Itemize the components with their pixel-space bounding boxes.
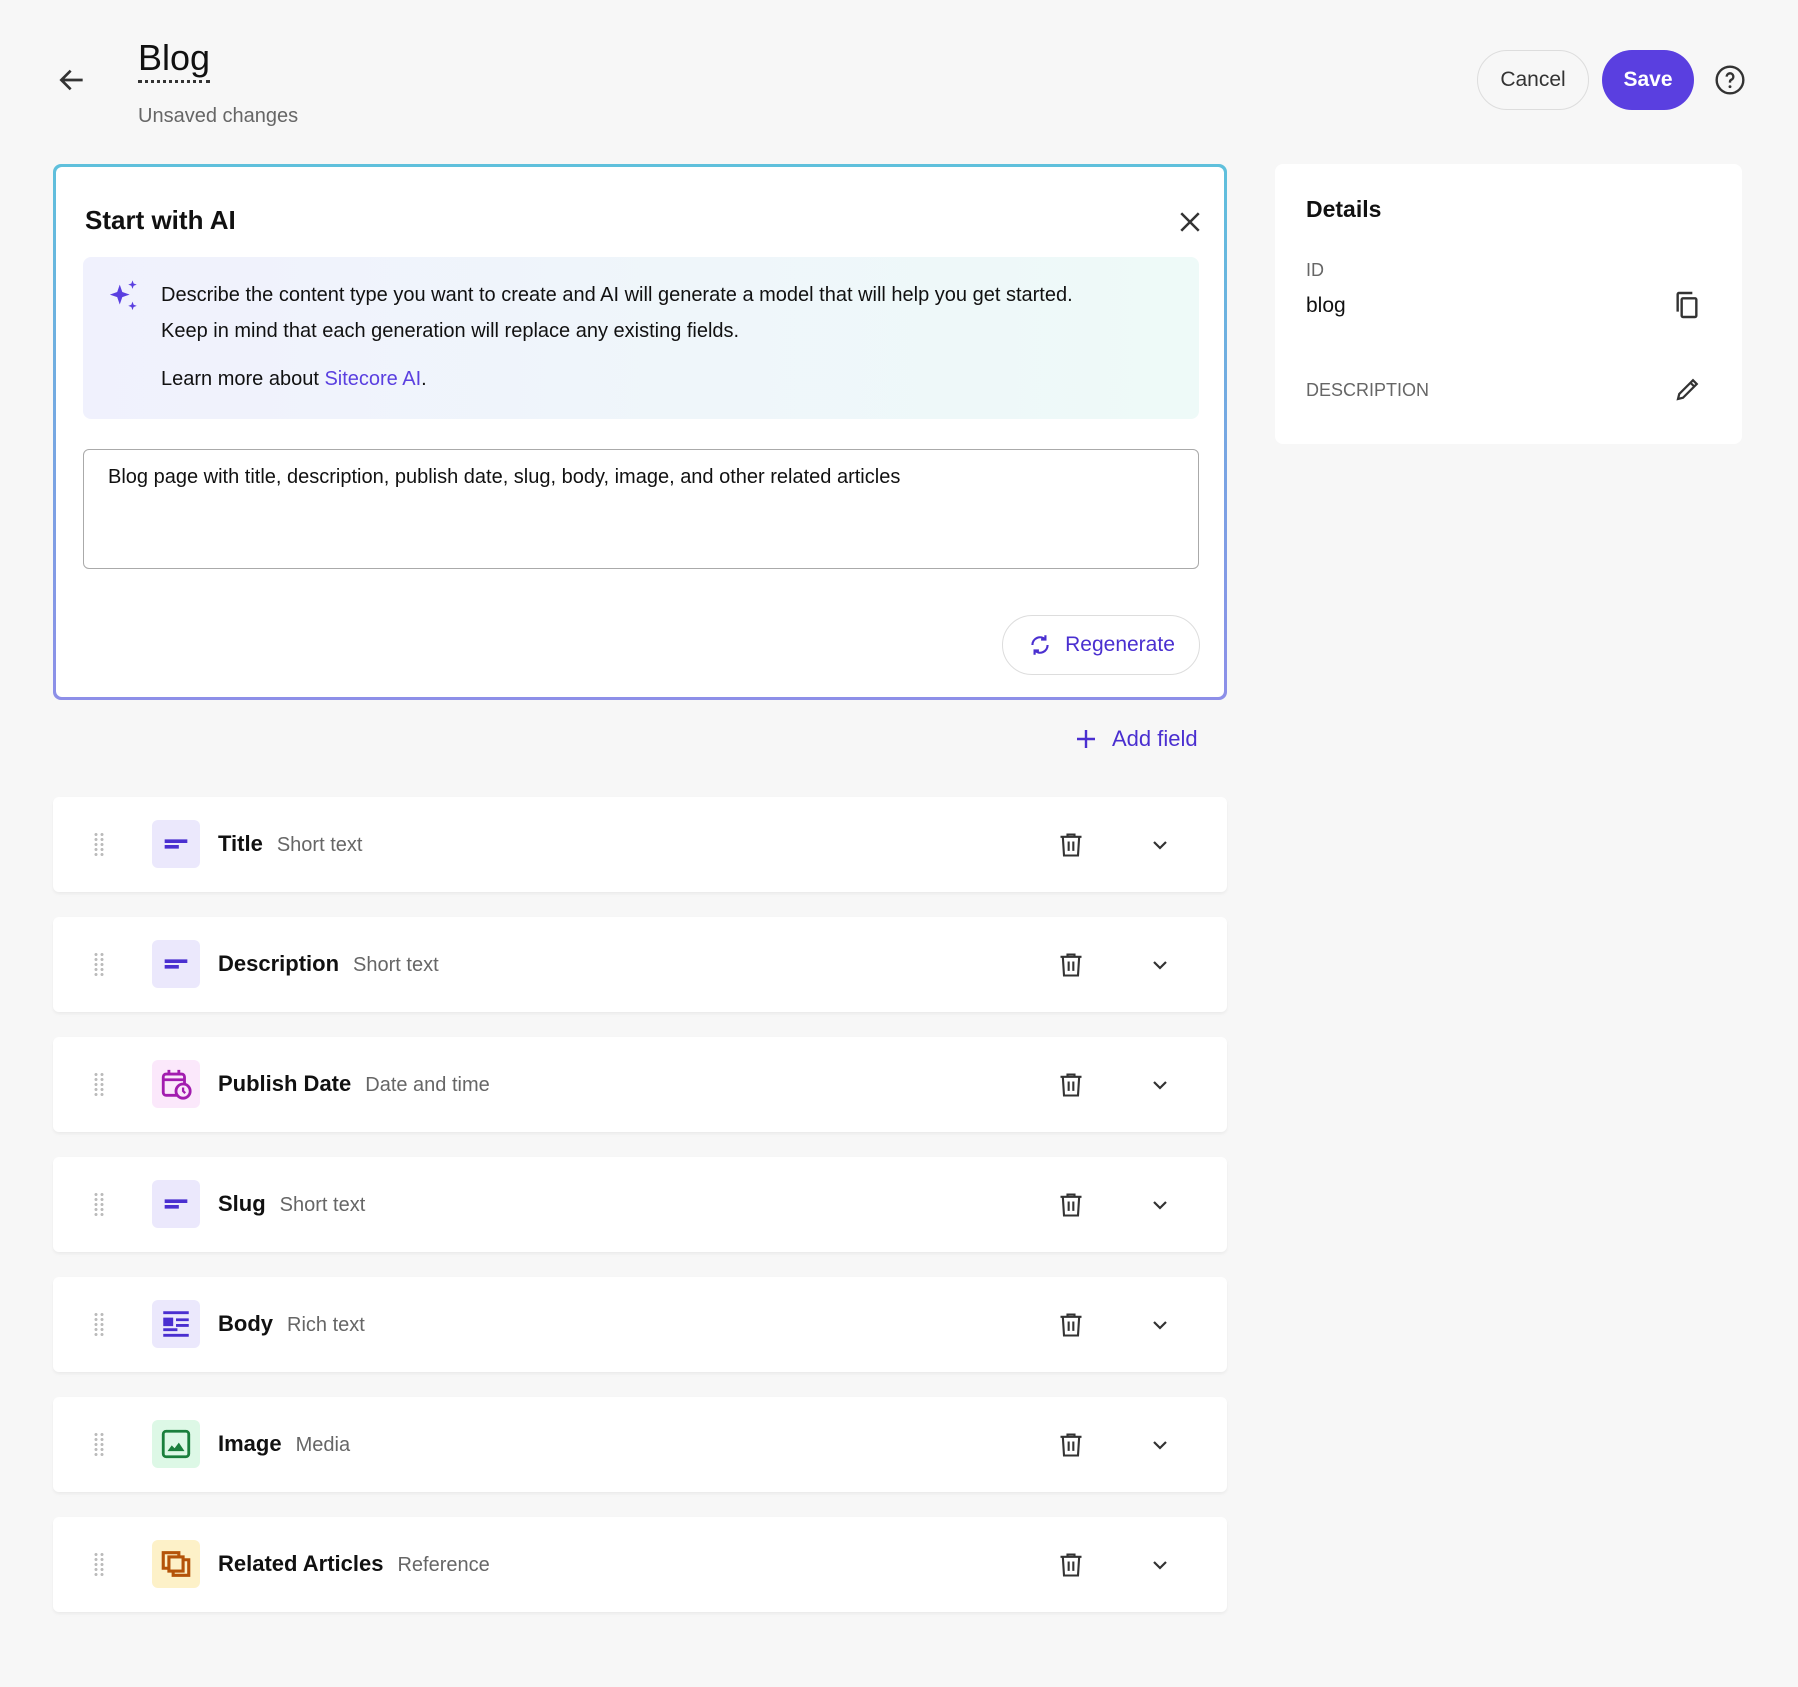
start-with-ai-panel: Start with AI Describe the content type … (53, 164, 1227, 700)
id-label: ID (1306, 260, 1324, 280)
trash-icon[interactable] (1057, 1190, 1085, 1220)
close-icon[interactable] (1175, 207, 1205, 237)
drag-handle-icon[interactable] (93, 1552, 105, 1578)
trash-icon[interactable] (1057, 950, 1085, 980)
field-name-label: Publish Date (218, 1071, 352, 1096)
details-panel: Details ID blog DESCRIPTION (1275, 164, 1742, 444)
drag-handle-icon[interactable] (93, 832, 105, 858)
chevron-down-icon[interactable] (1147, 1313, 1173, 1337)
field-type: Date and time (365, 1074, 490, 1096)
ai-panel-title: Start with AI (85, 205, 236, 235)
learn-more-text: Learn more about Sitecore AI. (161, 368, 427, 391)
learn-more-prefix: Learn more about (161, 368, 325, 390)
save-button[interactable]: Save (1602, 50, 1694, 110)
field-name: Description Short text (218, 951, 439, 977)
reference-icon (152, 1540, 200, 1588)
field-row[interactable]: Publish Date Date and time (53, 1037, 1227, 1132)
chevron-down-icon[interactable] (1147, 1433, 1173, 1457)
field-type: Reference (397, 1554, 490, 1576)
field-row[interactable]: Image Media (53, 1397, 1227, 1492)
trash-icon[interactable] (1057, 1070, 1085, 1100)
id-value: blog (1306, 294, 1346, 317)
field-type: Short text (353, 954, 439, 976)
field-name: Publish Date Date and time (218, 1071, 490, 1097)
drag-handle-icon[interactable] (93, 952, 105, 978)
short-text-icon (152, 1180, 200, 1228)
field-name-label: Slug (218, 1191, 266, 1216)
field-name: Image Media (218, 1431, 350, 1457)
sparkle-icon (109, 280, 137, 311)
field-type: Rich text (287, 1314, 365, 1336)
field-type: Media (295, 1434, 351, 1456)
rich-text-icon (152, 1300, 200, 1348)
plus-icon (1077, 730, 1095, 748)
drag-handle-icon[interactable] (93, 1192, 105, 1218)
chevron-down-icon[interactable] (1147, 1193, 1173, 1217)
field-name-label: Image (218, 1431, 282, 1456)
trash-icon[interactable] (1057, 1550, 1085, 1580)
ai-info-line-1: Describe the content type you want to cr… (161, 284, 1073, 306)
ai-info-line-2: Keep in mind that each generation will r… (161, 320, 740, 342)
description-label: DESCRIPTION (1306, 380, 1430, 400)
drag-handle-icon[interactable] (93, 1312, 105, 1338)
field-name: Related Articles Reference (218, 1551, 490, 1577)
calendar-clock-icon (152, 1060, 200, 1108)
field-row[interactable]: Slug Short text (53, 1157, 1227, 1252)
field-name: Body Rich text (218, 1311, 365, 1337)
field-name-label: Body (218, 1311, 273, 1336)
details-title: Details (1306, 196, 1382, 222)
field-type: Short text (279, 1194, 366, 1216)
field-type: Short text (276, 834, 363, 856)
learn-more-suffix: . (421, 368, 427, 390)
sitecore-ai-link[interactable]: Sitecore AI (324, 368, 421, 390)
help-icon[interactable] (1714, 64, 1746, 96)
edit-pencil-icon[interactable] (1673, 374, 1703, 404)
field-row[interactable]: Description Short text (53, 917, 1227, 1012)
back-arrow-icon[interactable] (56, 64, 88, 96)
field-row[interactable]: Body Rich text (53, 1277, 1227, 1372)
add-field-label: Add field (1112, 726, 1198, 751)
copy-icon[interactable] (1671, 288, 1703, 322)
drag-handle-icon[interactable] (93, 1432, 105, 1458)
field-name-label: Title (218, 831, 263, 856)
chevron-down-icon[interactable] (1147, 833, 1173, 857)
regenerate-button[interactable]: Regenerate (1002, 615, 1200, 675)
field-row[interactable]: Related Articles Reference (53, 1517, 1227, 1612)
short-text-icon (152, 940, 200, 988)
field-row[interactable]: Title Short text (53, 797, 1227, 892)
add-field-button[interactable]: Add field (1074, 726, 1198, 752)
cancel-button[interactable]: Cancel (1477, 50, 1589, 110)
refresh-icon (1031, 635, 1049, 655)
field-name: Title Short text (218, 831, 362, 857)
chevron-down-icon[interactable] (1147, 1553, 1173, 1577)
field-name: Slug Short text (218, 1191, 365, 1217)
short-text-icon (152, 820, 200, 868)
field-name-label: Description (218, 951, 340, 976)
ai-prompt-input[interactable]: Blog page with title, description, publi… (83, 449, 1199, 569)
field-name-label: Related Articles (218, 1551, 384, 1576)
trash-icon[interactable] (1057, 1430, 1085, 1460)
image-icon (152, 1420, 200, 1468)
chevron-down-icon[interactable] (1147, 953, 1173, 977)
ai-info-box: Describe the content type you want to cr… (83, 257, 1199, 419)
regenerate-label: Regenerate (1065, 633, 1175, 656)
drag-handle-icon[interactable] (93, 1072, 105, 1098)
trash-icon[interactable] (1057, 1310, 1085, 1340)
page-title[interactable]: Blog (138, 36, 211, 83)
trash-icon[interactable] (1057, 830, 1085, 860)
chevron-down-icon[interactable] (1147, 1073, 1173, 1097)
unsaved-status: Unsaved changes (138, 105, 299, 127)
